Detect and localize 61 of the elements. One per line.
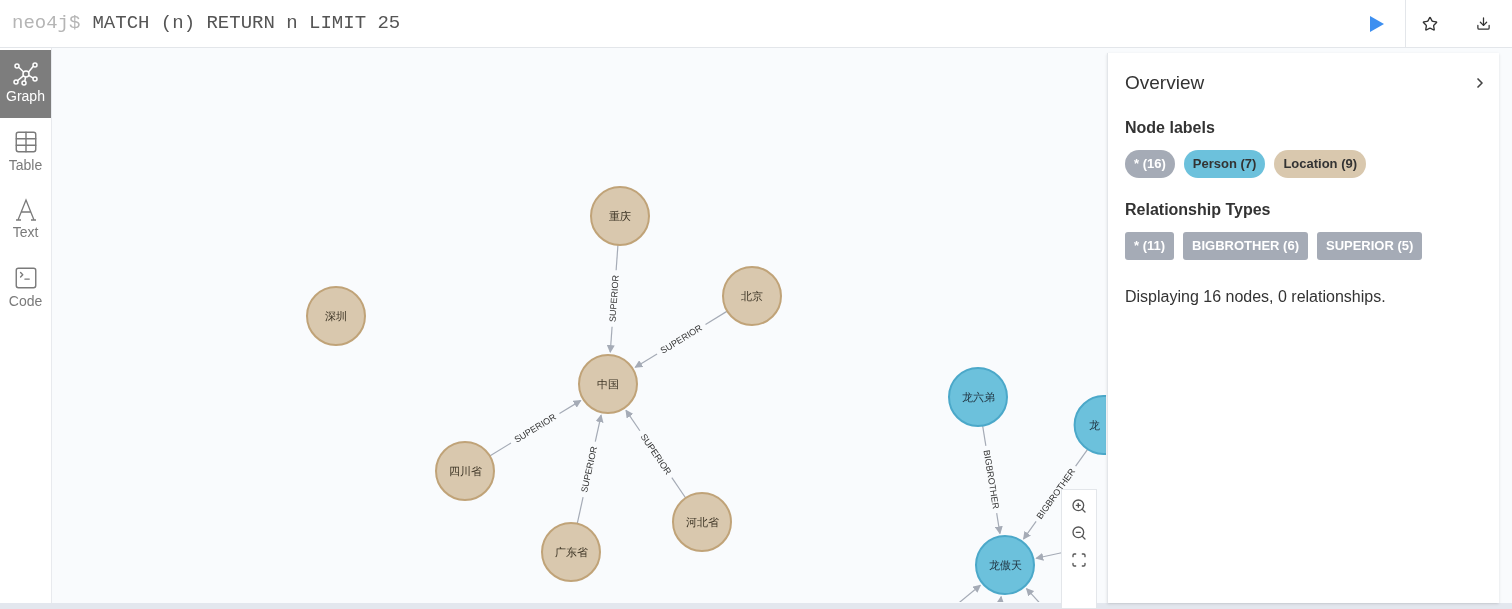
- relationship-line: [615, 244, 619, 271]
- fit-button[interactable]: [1071, 552, 1087, 568]
- graph-node[interactable]: [541, 522, 601, 582]
- graph-icon: [12, 61, 39, 86]
- relationship-arrow: [996, 595, 1005, 602]
- graph-node[interactable]: [948, 367, 1008, 427]
- graph-node[interactable]: [975, 535, 1035, 595]
- view-tab[interactable]: Code: [0, 254, 51, 322]
- node-label: 广东省: [554, 546, 588, 558]
- play-icon: [1369, 14, 1385, 33]
- query-text: MATCH (n) RETURN n LIMIT 25: [92, 11, 401, 37]
- download-icon: [1475, 16, 1491, 31]
- relationship-line: [576, 496, 584, 525]
- node-label: 龙傲天: [988, 559, 1022, 571]
- relationship-label: SUPERIOR: [607, 274, 621, 323]
- prompt-text: neo4j$: [12, 11, 81, 37]
- graph-node[interactable]: [590, 186, 650, 246]
- text-icon: [14, 197, 37, 222]
- star-icon: [1422, 15, 1438, 32]
- panel-title: Overview: [1125, 71, 1205, 95]
- label-pill[interactable]: * (16): [1125, 149, 1175, 178]
- zoom-out-icon: [1071, 525, 1087, 541]
- label-pill[interactable]: Location (9): [1274, 149, 1367, 178]
- relationship-line: [489, 442, 512, 457]
- node-label: 北京: [741, 290, 763, 302]
- view-tab[interactable]: Table: [0, 118, 51, 186]
- relationship-arrow: [606, 326, 615, 354]
- relationship-arrow: [625, 409, 641, 432]
- graph-node[interactable]: [722, 266, 782, 326]
- relationship-arrow: [558, 400, 582, 415]
- view-tab[interactable]: Graph: [0, 50, 51, 118]
- relationship-line: [671, 477, 687, 499]
- zoom-out-button[interactable]: [1071, 525, 1087, 541]
- relationship-arrow: [634, 353, 658, 368]
- graph-node[interactable]: [672, 492, 732, 552]
- node-label: 龙六弟: [961, 391, 995, 403]
- relationship-arrow: [1023, 520, 1037, 540]
- graph-node[interactable]: [435, 441, 495, 501]
- label-pill[interactable]: Person (7): [1183, 149, 1266, 178]
- graph-node[interactable]: [578, 354, 638, 414]
- relationship-type-tag[interactable]: SUPERIOR (5): [1316, 231, 1423, 260]
- relationship-line: [1075, 448, 1089, 467]
- node-label: 四川省: [448, 465, 482, 477]
- relationship-type-tag[interactable]: * (11): [1125, 231, 1175, 260]
- graph-node[interactable]: [306, 286, 366, 346]
- view-tab[interactable]: Text: [0, 186, 51, 254]
- relationship-line: [704, 310, 728, 325]
- node-label: 龙: [1089, 419, 1100, 431]
- node-label: 重庆: [609, 210, 631, 222]
- node-label: 河北省: [685, 516, 719, 528]
- relationship-arrow: [994, 512, 1003, 535]
- graph-node[interactable]: [1073, 395, 1107, 455]
- fit-icon: [1071, 552, 1087, 568]
- summary-text: Displaying 16 nodes, 0 relationships.: [1125, 286, 1387, 307]
- relationship-type-tag[interactable]: BIGBROTHER (6): [1183, 231, 1308, 260]
- section-heading: Relationship Types: [1125, 199, 1272, 220]
- node-label: 中国: [597, 378, 619, 390]
- relationship-arrow: [594, 414, 604, 443]
- relationship-line: [982, 425, 987, 447]
- section-heading: Node labels: [1125, 117, 1216, 138]
- node-label: 深圳: [325, 310, 347, 322]
